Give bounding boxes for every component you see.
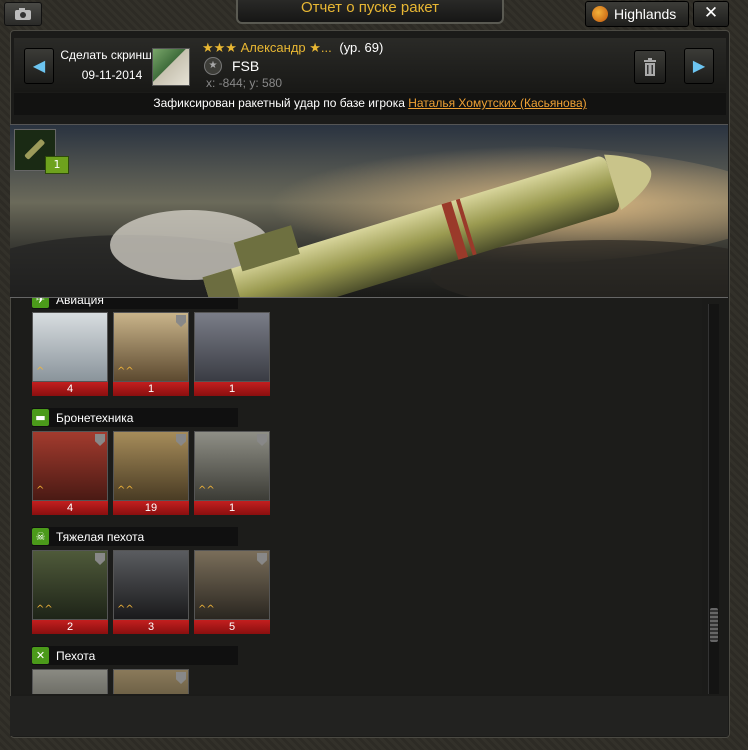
chevron-left-icon: ◀ [32, 56, 46, 75]
target-player-link[interactable]: Наталья Хомутских (Касьянова) [408, 96, 586, 110]
category-label: Бронетехника [56, 410, 134, 425]
rank-stars: ★★★ [202, 40, 237, 55]
close-button[interactable]: ✕ [693, 1, 729, 27]
player-level: (ур. 69) [339, 40, 384, 55]
clan-info: ★ FSB [204, 57, 259, 75]
tank-icon: ▬ [32, 409, 49, 426]
unit-card[interactable]: ^^ 1 [194, 431, 270, 515]
rank-chevron-icon: ^^ [117, 604, 134, 615]
camera-icon [15, 8, 31, 20]
infantry-image [32, 669, 108, 694]
unit-card[interactable]: ^^ 3 [113, 550, 189, 634]
plane-icon: ✈ [32, 298, 49, 308]
missile-count: 1 [45, 156, 69, 174]
unit-card[interactable] [113, 669, 189, 694]
unit-count: 1 [113, 382, 189, 396]
unit-card[interactable]: 1 [194, 312, 270, 396]
skull-icon: ☠ [32, 528, 49, 545]
category-label: Пехота [56, 648, 96, 663]
next-report-button[interactable]: ▶ [684, 48, 714, 84]
unit-count: 5 [194, 620, 270, 634]
units-list: ✈ Авиация ^ 4 ^^ 1 1 ▬ Бронетехника ^ 4 [14, 298, 702, 694]
unit-card[interactable]: ^^ 19 [113, 431, 189, 515]
missile-slot[interactable]: 1 [14, 129, 69, 174]
window-title: Отчет о пуске ракет [236, 0, 504, 24]
delete-button[interactable] [634, 50, 666, 84]
clan-star-icon: ★ [204, 57, 222, 75]
player-name[interactable]: Александр ★... [241, 40, 332, 55]
message-text: Зафиксирован ракетный удар по базе игрок… [153, 96, 409, 110]
unit-card[interactable]: ^^ 5 [194, 550, 270, 634]
avatar[interactable] [152, 48, 190, 86]
top-bar: Отчет о пуске ракет Highlands ✕ [0, 0, 748, 28]
missile-illustration [10, 125, 728, 297]
crossed-swords-icon: ✕ [32, 647, 49, 664]
unit-count: 19 [113, 501, 189, 515]
unit-count: 2 [32, 620, 108, 634]
category-label: Тяжелая пехота [56, 529, 145, 544]
rank-chevron-icon: ^^ [117, 366, 134, 377]
unit-card[interactable]: ^^ 1 [113, 312, 189, 396]
clan-name[interactable]: FSB [232, 58, 259, 74]
report-header: ◀ Сделать скриншот 09-11-2014 ★★★ Алекса… [14, 38, 726, 92]
unit-count: 4 [32, 382, 108, 396]
coordinates: x: -844; y: 580 [206, 76, 283, 90]
globe-icon [592, 6, 608, 22]
prev-report-button[interactable]: ◀ [24, 48, 54, 84]
category-header-infantry: ✕ Пехота [32, 646, 238, 665]
rank-chevron-icon: ^^ [36, 604, 53, 615]
rank-chevron-icon: ^^ [198, 485, 215, 496]
rank-chevron-icon: ^^ [117, 485, 134, 496]
scroll-thumb[interactable] [710, 608, 718, 642]
unit-card[interactable]: ^^ 2 [32, 550, 108, 634]
rank-chevron-icon: ^ [36, 366, 45, 377]
bottom-strip [10, 696, 728, 736]
unit-count: 4 [32, 501, 108, 515]
camera-button[interactable] [4, 2, 42, 26]
trash-icon [644, 58, 656, 76]
unit-count: 1 [194, 501, 270, 515]
unit-card[interactable] [32, 669, 108, 694]
unit-card[interactable]: ^ 4 [32, 431, 108, 515]
server-name: Highlands [614, 6, 677, 22]
category-header-armor: ▬ Бронетехника [32, 408, 238, 427]
message-bar: Зафиксирован ракетный удар по базе игрок… [14, 93, 726, 115]
missile-banner: 1 [10, 124, 728, 298]
window-frame: Отчет о пуске ракет Highlands ✕ ◀ Сделат… [0, 0, 748, 750]
server-button[interactable]: Highlands [585, 1, 689, 27]
unit-count: 1 [194, 382, 270, 396]
unit-card[interactable]: ^ 4 [32, 312, 108, 396]
category-header-heavy-infantry: ☠ Тяжелая пехота [32, 527, 238, 546]
chevron-right-icon: ▶ [692, 56, 706, 75]
category-header-aviation: ✈ Авиация [32, 298, 238, 309]
rank-chevron-icon: ^ [36, 485, 45, 496]
rank-chevron-icon: ^^ [198, 604, 215, 615]
scrollbar[interactable] [708, 304, 719, 694]
unit-count: 3 [113, 620, 189, 634]
bomber-image [194, 312, 270, 382]
category-label: Авиация [56, 298, 104, 307]
player-info: ★★★ Александр ★... (ур. 69) [202, 40, 383, 56]
